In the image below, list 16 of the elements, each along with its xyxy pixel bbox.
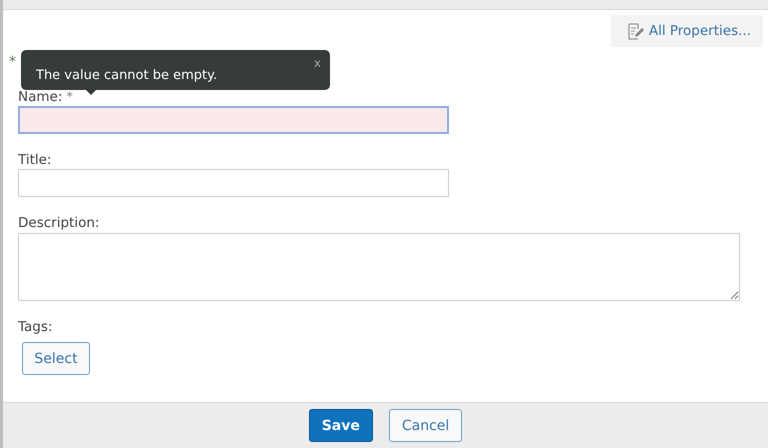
field-label: Tags: — [18, 319, 52, 335]
required-mark: * — [9, 54, 16, 70]
select-button[interactable]: Select — [22, 342, 90, 375]
required-mark: * — [66, 90, 73, 105]
text-area[interactable] — [18, 233, 740, 301]
close-button[interactable]: x — [314, 56, 321, 70]
all-properties-button[interactable]: All Properties... — [610, 15, 763, 47]
field-label: Description: — [18, 215, 100, 231]
edit-document-icon — [626, 22, 644, 40]
error-message: The value cannot be empty. — [36, 68, 218, 83]
text-field[interactable] — [18, 106, 449, 134]
cancel-button[interactable]: Cancel — [388, 409, 462, 442]
save-button[interactable]: Save — [308, 409, 373, 442]
field-label: Title: — [18, 152, 52, 168]
field-label: Name: — [18, 89, 62, 105]
text-field[interactable] — [18, 169, 449, 197]
